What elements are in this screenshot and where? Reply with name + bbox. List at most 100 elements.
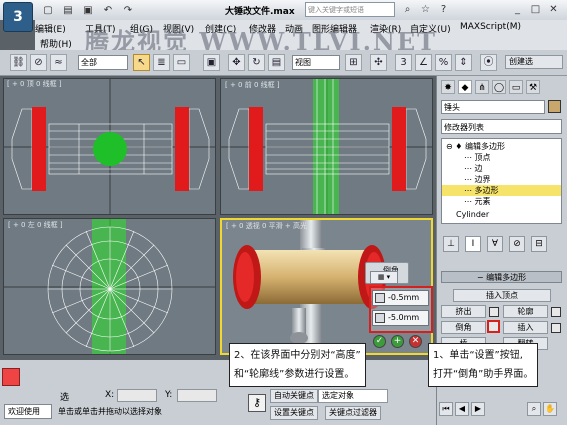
bevel-height-value: -0.5mm xyxy=(388,293,420,302)
menu-edit[interactable]: 编辑(E) xyxy=(35,22,66,35)
viewport-top[interactable] xyxy=(3,78,216,215)
bind-spacewarp-icon[interactable]: ≈ xyxy=(50,54,67,71)
minimize-icon[interactable]: _ xyxy=(510,2,525,17)
key-filters-button[interactable]: 关键点过滤器 xyxy=(325,406,381,420)
stack-item-edge[interactable]: ⋯ 边 xyxy=(442,163,561,174)
bevel-button[interactable]: 倒角 xyxy=(441,321,486,334)
show-end-result-icon[interactable]: Ⅰ xyxy=(465,236,481,252)
select-manipulate-icon[interactable]: ✣ xyxy=(370,54,387,71)
key-icon[interactable]: ⚷ xyxy=(248,394,266,412)
angle-snap-icon[interactable]: ∠ xyxy=(415,54,432,71)
zoom-icon[interactable]: ⌕ xyxy=(527,402,541,416)
stack-item-polygon[interactable]: ⋯ 多边形 xyxy=(442,185,561,196)
set-key-button[interactable]: 设置关键点 xyxy=(270,406,318,420)
rollout-edit-poly-title[interactable]: − 编辑多边形 xyxy=(441,271,562,283)
viewport-left-label[interactable]: [ + 0 左 0 线框 ] xyxy=(8,220,63,230)
bevel-settings-icon[interactable] xyxy=(487,320,500,333)
scale-icon[interactable]: ▤ xyxy=(268,54,285,71)
stack-item-cylinder[interactable]: Cylinder xyxy=(442,209,561,220)
bevel-outline-field[interactable]: -5.0mm xyxy=(372,310,429,326)
insert-vertex-button[interactable]: 插入顶点 xyxy=(453,289,551,302)
modifier-list-dropdown[interactable]: 修改器列表 xyxy=(441,119,562,134)
auto-key-button[interactable]: 自动关键点 xyxy=(270,389,318,403)
stack-item-vertex[interactable]: ⋯ 顶点 xyxy=(442,152,561,163)
motion-tab-icon[interactable]: ◯ xyxy=(492,80,506,94)
reference-coord-dropdown[interactable]: 视图 xyxy=(292,55,340,70)
go-to-start-icon[interactable]: ⏮ xyxy=(439,402,453,416)
create-tab-icon[interactable]: ✸ xyxy=(441,80,455,94)
unlink-icon[interactable]: ⊘ xyxy=(30,54,47,71)
link-icon[interactable]: ⛓ xyxy=(10,54,27,71)
welcome-field[interactable]: 欢迎使用 xyxy=(4,404,52,419)
cancel-icon[interactable]: ✕ xyxy=(409,335,422,348)
modify-tab-icon[interactable]: ◆ xyxy=(458,80,472,94)
bevel-type-dropdown[interactable]: ▦ ▾ xyxy=(370,271,398,284)
create-selection-set[interactable]: 创建选 xyxy=(505,55,563,69)
open-icon[interactable]: ▤ xyxy=(60,3,76,18)
configure-sets-icon[interactable]: ⊟ xyxy=(531,236,547,252)
close-icon[interactable]: ✕ xyxy=(546,2,561,17)
x-coordinate-field[interactable] xyxy=(117,389,157,402)
save-icon[interactable]: ▣ xyxy=(80,3,96,18)
maxscript-listener-icon[interactable] xyxy=(2,368,20,386)
search-input[interactable]: 键入关键字或短语 xyxy=(305,2,395,17)
menu-maxscript[interactable]: MAXScript(M) xyxy=(460,22,521,32)
inset-button[interactable]: 插入 xyxy=(503,321,548,334)
pan-icon[interactable]: ✋ xyxy=(543,402,557,416)
stack-item-border[interactable]: ⋯ 边界 xyxy=(442,174,561,185)
modifier-stack[interactable]: ⊖ ♦ 编辑多边形 ⋯ 顶点 ⋯ 边 ⋯ 边界 ⋯ 多边形 ⋯ 元素 Cylin… xyxy=(441,138,562,224)
display-tab-icon[interactable]: ▭ xyxy=(509,80,523,94)
annotation-step-1-line2: 打开“倒角”助手界面。 xyxy=(433,369,534,380)
pivot-icon[interactable]: ⊞ xyxy=(345,54,362,71)
redo-icon[interactable]: ↷ xyxy=(120,3,136,18)
extrude-button[interactable]: 挤出 xyxy=(441,305,486,318)
stack-item-element[interactable]: ⋯ 元素 xyxy=(442,196,561,207)
outline-settings-icon[interactable] xyxy=(551,307,561,317)
selection-filter-dropdown[interactable]: 全部 xyxy=(78,55,128,70)
apply-icon[interactable]: + xyxy=(391,335,404,348)
edit-named-sets-icon[interactable]: ⦿ xyxy=(480,54,497,71)
rotate-icon[interactable]: ↻ xyxy=(248,54,265,71)
help-icon[interactable]: ? xyxy=(436,2,451,17)
make-unique-icon[interactable]: ∀ xyxy=(487,236,503,252)
app-menu-icon[interactable]: 3 xyxy=(3,2,33,32)
pin-stack-icon[interactable]: ⊥ xyxy=(443,236,459,252)
select-object-icon[interactable]: ↖ xyxy=(133,54,150,71)
search-icon[interactable]: ⌕ xyxy=(400,2,415,17)
prev-frame-icon[interactable]: ◀ xyxy=(455,402,469,416)
window-crossing-icon[interactable]: ▣ xyxy=(203,54,220,71)
select-by-name-icon[interactable]: ≣ xyxy=(153,54,170,71)
viewport-top-label[interactable]: [ + 0 顶 0 线框 ] xyxy=(7,79,62,89)
y-coordinate-field[interactable] xyxy=(177,389,217,402)
undo-icon[interactable]: ↶ xyxy=(100,3,116,18)
utilities-tab-icon[interactable]: ⚒ xyxy=(526,80,540,94)
percent-snap-icon[interactable]: % xyxy=(435,54,452,71)
outline-button[interactable]: 轮廓 xyxy=(503,305,548,318)
viewport-left[interactable]: [ + 0 左 0 线框 ] xyxy=(3,218,216,355)
inset-settings-icon[interactable] xyxy=(551,323,561,333)
stack-item-edit-poly[interactable]: ⊖ ♦ 编辑多边形 xyxy=(442,141,561,152)
annotation-step-1: 1、单击“设置”按钮, 打开“倒角”助手界面。 xyxy=(428,343,539,387)
y-label: Y: xyxy=(165,390,173,400)
object-name-field[interactable]: 锤头 xyxy=(441,100,545,114)
object-color-swatch[interactable] xyxy=(548,100,561,113)
selected-object-dropdown[interactable]: 选定对象 xyxy=(318,389,388,403)
viewport-front[interactable]: [ + 0 前 0 线框 ] xyxy=(220,78,433,215)
menu-help[interactable]: 帮助(H) xyxy=(40,37,72,50)
annotation-step-2: 2、在该界面中分别对“高度” 和“轮廓线”参数进行设置。 xyxy=(229,343,366,387)
new-icon[interactable]: ▢ xyxy=(40,3,56,18)
ok-icon[interactable]: ✓ xyxy=(373,335,386,348)
remove-modifier-icon[interactable]: ⊘ xyxy=(509,236,525,252)
viewport-perspective-label[interactable]: [ + 0 透视 0 平滑 + 高光 ] xyxy=(226,221,312,231)
rect-selection-icon[interactable]: ▭ xyxy=(173,54,190,71)
move-icon[interactable]: ✥ xyxy=(228,54,245,71)
spinner-snap-icon[interactable]: ⇕ xyxy=(455,54,472,71)
play-icon[interactable]: ▶ xyxy=(471,402,485,416)
extrude-settings-icon[interactable] xyxy=(489,307,499,317)
star-icon[interactable]: ☆ xyxy=(418,2,433,17)
maximize-icon[interactable]: □ xyxy=(528,2,543,17)
snap-toggle-icon[interactable]: 3 xyxy=(395,54,412,71)
viewport-front-label[interactable]: [ + 0 前 0 线框 ] xyxy=(225,80,280,90)
bevel-height-field[interactable]: -0.5mm xyxy=(372,290,429,306)
hierarchy-tab-icon[interactable]: ⋔ xyxy=(475,80,489,94)
